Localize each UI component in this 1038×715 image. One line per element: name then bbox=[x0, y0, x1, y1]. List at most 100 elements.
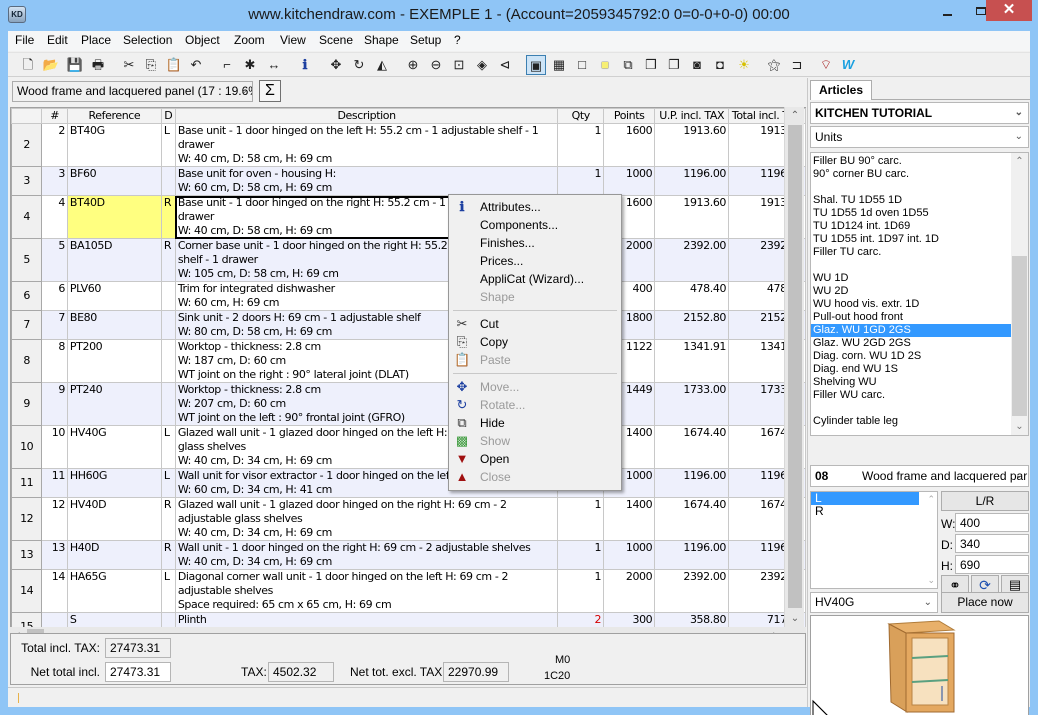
cell-unit-price[interactable]: 2392.00 bbox=[654, 569, 730, 613]
cell-direction[interactable]: L bbox=[160, 123, 176, 167]
side-option-l[interactable]: L bbox=[811, 492, 919, 505]
row-header[interactable]: 4 bbox=[11, 195, 43, 239]
zoom-previous-button[interactable]: ⊲ bbox=[495, 55, 515, 75]
column-header-reference[interactable]: Reference bbox=[66, 108, 162, 124]
light-button[interactable]: ☀ bbox=[734, 55, 754, 75]
paste-button[interactable]: 📋 bbox=[164, 55, 184, 75]
menu-scene[interactable]: Scene bbox=[319, 33, 353, 47]
height-input[interactable]: 690 bbox=[955, 555, 1029, 574]
article-list-item[interactable]: Shelving WU bbox=[811, 376, 1028, 389]
column-header-unit-price[interactable]: U.P. incl. TAX bbox=[654, 108, 730, 124]
side-list[interactable]: L R ⌃ ⌄ bbox=[810, 491, 938, 589]
cell-reference[interactable]: PT200 bbox=[66, 339, 162, 383]
article-list-item[interactable]: Filler BU 90° carc. bbox=[811, 155, 1028, 168]
table-row[interactable]: 6 6 PLV60 Trim for integrated dishwasher W: … bbox=[11, 281, 806, 311]
cell-direction[interactable]: L bbox=[160, 468, 176, 498]
cell-unit-price[interactable]: 2392.00 bbox=[654, 238, 730, 282]
article-list-item[interactable]: Cylinder table leg bbox=[811, 415, 1028, 428]
menu-shape[interactable]: Shape bbox=[364, 33, 399, 47]
row-header[interactable]: 14 bbox=[11, 569, 43, 613]
cell-description[interactable]: Glazed wall unit - 1 glazed door hinged … bbox=[174, 497, 559, 541]
column-header-points[interactable]: Points bbox=[603, 108, 656, 124]
cell-reference[interactable]: S bbox=[66, 612, 162, 627]
table-row[interactable]: 3 3 BF60 Base unit for oven - housing H: W: … bbox=[11, 166, 806, 196]
context-menu-item-shape[interactable]: Shape bbox=[451, 288, 619, 306]
cell-direction[interactable] bbox=[160, 281, 176, 311]
context-menu-item-move[interactable]: ✥ Move... bbox=[451, 378, 619, 396]
column-header-num-col[interactable]: # bbox=[41, 108, 68, 124]
save-button[interactable]: 💾 bbox=[65, 55, 85, 75]
context-menu-item-rotate[interactable]: ↻ Rotate... bbox=[451, 396, 619, 414]
menu-view[interactable]: View bbox=[280, 33, 306, 47]
zoom-all-button[interactable]: ◈ bbox=[472, 55, 492, 75]
cell-direction[interactable] bbox=[160, 612, 176, 627]
close-button[interactable]: ✕ bbox=[986, 0, 1032, 21]
cell-qty[interactable]: 1 bbox=[557, 540, 605, 570]
scrollbar-thumb[interactable] bbox=[788, 125, 802, 608]
zoom-window-button[interactable]: ⊡ bbox=[449, 55, 469, 75]
article-list-item[interactable]: Diag. corn. WU 1D 2S bbox=[811, 350, 1028, 363]
menu-zoom[interactable]: Zoom bbox=[234, 33, 265, 47]
cell-reference[interactable]: PT240 bbox=[66, 382, 162, 426]
cell-reference[interactable]: HV40G bbox=[66, 425, 162, 469]
cell-qty[interactable]: 1 bbox=[557, 497, 605, 541]
table-row[interactable]: 11 11 HH60G L Wall unit for visor extractor … bbox=[11, 468, 806, 498]
side-option-r[interactable]: R bbox=[811, 505, 937, 518]
cell-description[interactable]: Base unit - 1 door hinged on the left H:… bbox=[174, 123, 559, 167]
row-header[interactable]: 3 bbox=[11, 166, 43, 196]
cell-points[interactable]: 1000 bbox=[603, 540, 656, 570]
article-list-item[interactable]: Glaz. WU 2GD 2GS bbox=[811, 337, 1028, 350]
menu-object[interactable]: Object bbox=[185, 33, 220, 47]
column-header-direction[interactable]: D bbox=[160, 108, 176, 124]
info-button[interactable]: ℹ bbox=[295, 55, 315, 75]
tab-articles[interactable]: Articles bbox=[810, 80, 872, 100]
context-menu-item-prices[interactable]: Prices... bbox=[451, 252, 619, 270]
row-header[interactable]: 6 bbox=[11, 281, 43, 311]
menu-setup[interactable]: Setup bbox=[410, 33, 441, 47]
table-row[interactable]: 12 12 HV40D R Glazed wall unit - 1 glazed do… bbox=[11, 497, 806, 541]
rotate-button[interactable]: ↻ bbox=[349, 55, 369, 75]
context-menu-item-copy[interactable]: ⎘ Copy bbox=[451, 333, 619, 351]
cell-number[interactable]: 10 bbox=[41, 425, 68, 469]
scroll-down-icon[interactable]: ⌄ bbox=[1011, 418, 1028, 435]
article-list-item[interactable]: 90° corner BU carc. bbox=[811, 168, 1028, 181]
scroll-down-icon[interactable]: ⌄ bbox=[785, 610, 805, 627]
cell-reference[interactable]: H40D bbox=[66, 540, 162, 570]
cell-number[interactable] bbox=[41, 612, 68, 627]
table-row[interactable]: 7 7 BE80 Sink unit - 2 doors H: 69 cm - 1 a… bbox=[11, 310, 806, 340]
cell-number[interactable]: 5 bbox=[41, 238, 68, 282]
print-button[interactable]: 🖶 bbox=[88, 55, 108, 75]
menu-file[interactable]: File bbox=[15, 33, 34, 47]
row-header[interactable]: 13 bbox=[11, 540, 43, 570]
scroll-up-icon[interactable]: ⌃ bbox=[1011, 153, 1028, 170]
cell-number[interactable]: 4 bbox=[41, 195, 68, 239]
cell-number[interactable]: 13 bbox=[41, 540, 68, 570]
cell-points[interactable]: 1000 bbox=[603, 166, 656, 196]
row-header[interactable]: 2 bbox=[11, 123, 43, 167]
article-list-scrollbar[interactable]: ⌃ ⌄ bbox=[1011, 153, 1028, 435]
table-row[interactable]: 8 8 PT200 Worktop - thickness: 2.8 cm W: 187… bbox=[11, 339, 806, 383]
row-header[interactable]: 8 bbox=[11, 339, 43, 383]
magic-wand-button[interactable]: ⚝ bbox=[764, 55, 784, 75]
undo-button[interactable]: ↶ bbox=[186, 55, 206, 75]
cut-button[interactable]: ✂ bbox=[119, 55, 139, 75]
mirror-button[interactable]: ◭ bbox=[372, 55, 392, 75]
context-menu-item-finishes[interactable]: Finishes... bbox=[451, 234, 619, 252]
cell-direction[interactable]: R bbox=[160, 497, 176, 541]
category-select[interactable]: Units ⌄ bbox=[810, 126, 1029, 148]
cell-number[interactable]: 2 bbox=[41, 123, 68, 167]
row-header[interactable]: 15 bbox=[11, 612, 43, 627]
cell-reference[interactable]: HV40D bbox=[66, 497, 162, 541]
cell-reference[interactable]: BA105D bbox=[66, 238, 162, 282]
cell-unit-price[interactable]: 1674.40 bbox=[654, 497, 730, 541]
row-header[interactable]: 7 bbox=[11, 310, 43, 340]
cell-qty[interactable]: 2 bbox=[557, 612, 605, 627]
cell-direction[interactable] bbox=[160, 339, 176, 383]
table-row[interactable]: 15SPlinth2300358.80717.60 bbox=[11, 612, 806, 627]
cell-number[interactable]: 3 bbox=[41, 166, 68, 196]
cell-reference[interactable]: PLV60 bbox=[66, 281, 162, 311]
menu-help[interactable]: ? bbox=[454, 33, 461, 47]
cell-points[interactable]: 300 bbox=[603, 612, 656, 627]
place-now-button[interactable]: Place now bbox=[941, 592, 1029, 613]
polygon-button[interactable]: ⌔ bbox=[816, 55, 836, 75]
